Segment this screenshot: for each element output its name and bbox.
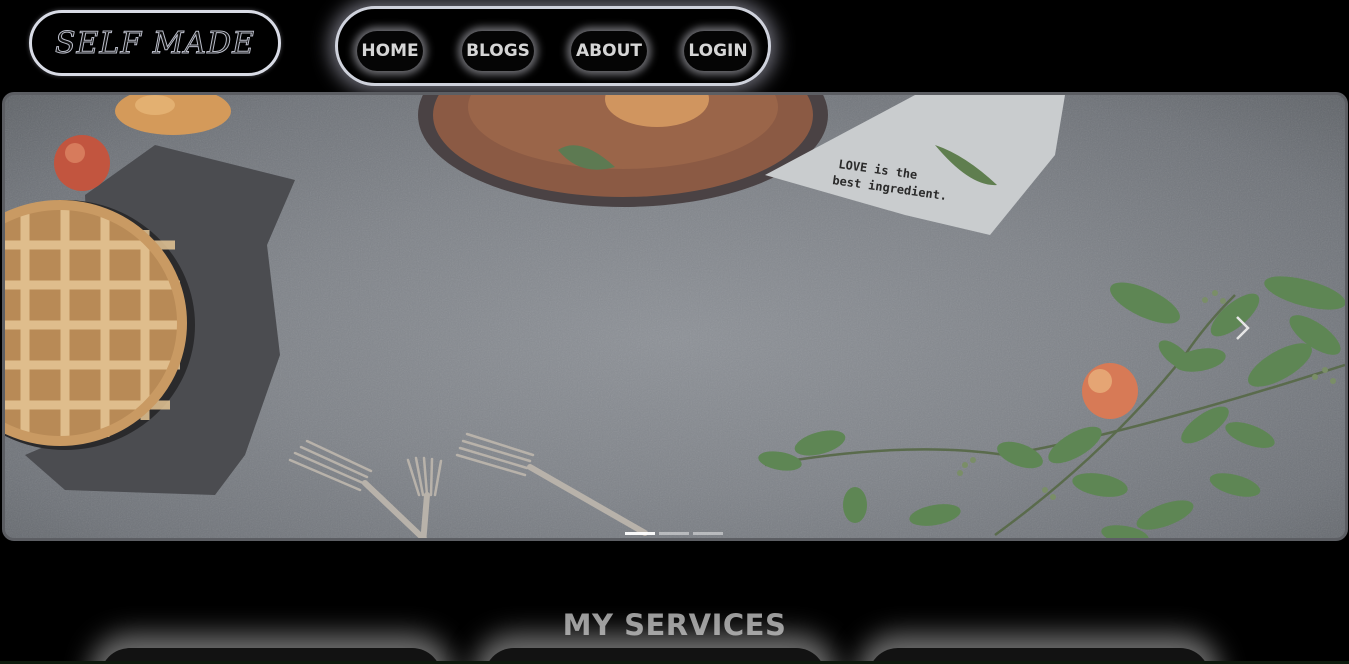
nav-home-button[interactable]: HOME	[357, 31, 423, 71]
logo-text: SELF MADE	[54, 25, 256, 61]
main-nav: HOME BLOGS ABOUT LOGIN	[335, 6, 771, 86]
page: SELF MADE HOME BLOGS ABOUT LOGIN LOVE is…	[0, 0, 1349, 664]
services-heading: MY SERVICES	[562, 608, 787, 643]
chevron-right-icon	[1236, 316, 1250, 340]
hero-image: LOVE is the best ingredient.	[5, 95, 1345, 538]
hero-carousel: LOVE is the best ingredient.	[2, 92, 1348, 541]
carousel-indicator-2[interactable]	[659, 532, 689, 535]
nav-about-button[interactable]: ABOUT	[571, 31, 647, 71]
carousel-indicator-3[interactable]	[693, 532, 723, 535]
carousel-indicators	[625, 532, 723, 535]
carousel-next-button[interactable]	[1227, 313, 1257, 343]
nav-blogs-button[interactable]: BLOGS	[462, 31, 534, 71]
carousel-indicator-1[interactable]	[625, 532, 655, 535]
nav-login-button[interactable]: LOGIN	[684, 31, 752, 71]
logo[interactable]: SELF MADE	[29, 10, 281, 76]
